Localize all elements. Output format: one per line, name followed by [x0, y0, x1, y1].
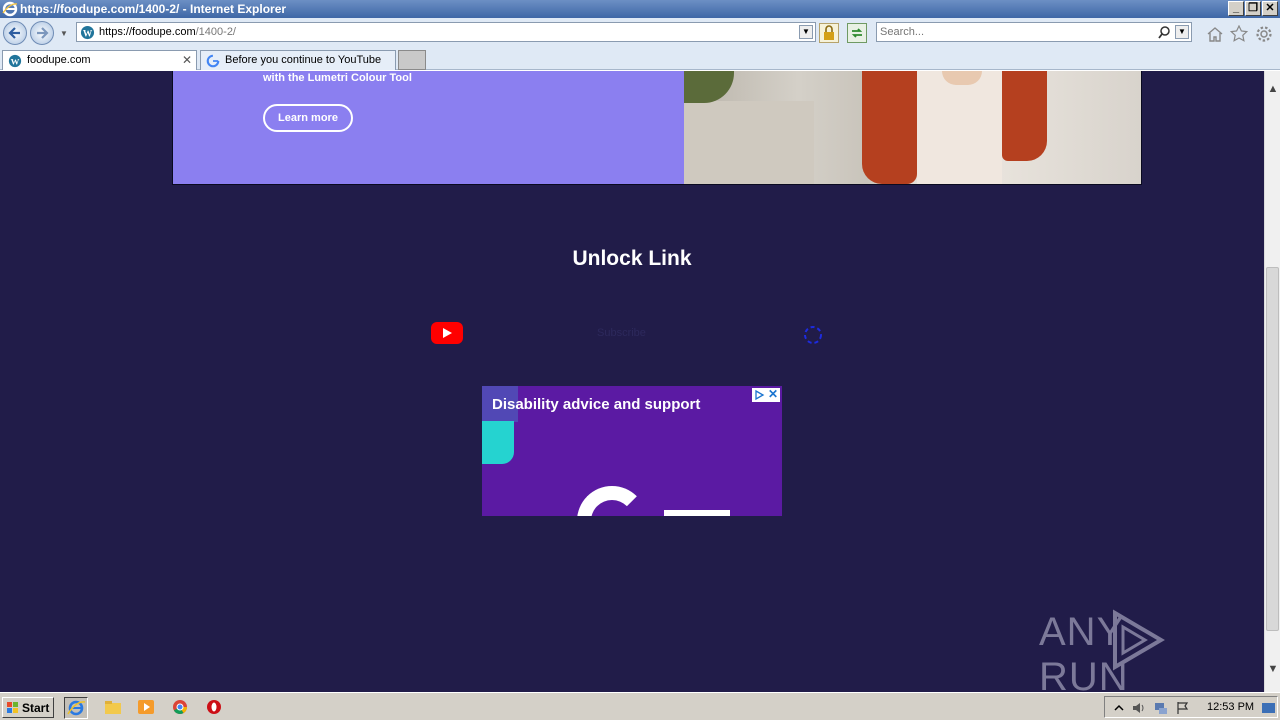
- media-player-icon: [138, 700, 154, 714]
- forward-arrow-icon: [37, 27, 49, 39]
- volume-icon[interactable]: [1131, 700, 1147, 716]
- vertical-scrollbar[interactable]: ▲ ▼: [1264, 71, 1280, 692]
- play-logo-icon: [1113, 609, 1165, 671]
- scroll-down-icon[interactable]: ▼: [1265, 663, 1280, 679]
- taskbar-chrome[interactable]: [169, 697, 193, 719]
- new-tab-button[interactable]: [398, 50, 426, 70]
- forward-button[interactable]: [30, 21, 54, 45]
- close-window-button[interactable]: ✕: [1262, 1, 1278, 16]
- address-bar[interactable]: W https://foodupe.com/1400-2/ ▼: [76, 22, 816, 42]
- refresh-icon: [851, 28, 863, 38]
- settings-gear-icon[interactable]: [1255, 25, 1273, 43]
- search-box[interactable]: ▼: [876, 22, 1192, 42]
- navigation-bar: ▼ W https://foodupe.com/1400-2/ ▼ ▼: [0, 18, 1280, 48]
- banner-text: with the Lumetri Colour Tool: [263, 72, 412, 84]
- taskbar-file-explorer[interactable]: [102, 697, 126, 719]
- taskbar-media-player[interactable]: [135, 697, 159, 719]
- wordpress-icon: W: [80, 25, 95, 39]
- banner-photo: [684, 71, 1141, 184]
- youtube-icon[interactable]: [430, 321, 464, 345]
- window-title: https://foodupe.com/1400-2/ - Internet E…: [20, 2, 287, 16]
- start-button[interactable]: Start: [2, 697, 54, 718]
- refresh-button[interactable]: [847, 23, 867, 43]
- window-title-bar: https://foodupe.com/1400-2/ - Internet E…: [0, 0, 1280, 18]
- address-dropdown-icon[interactable]: ▼: [799, 25, 813, 39]
- show-desktop-icon[interactable]: [1261, 700, 1277, 716]
- subscribe-link[interactable]: Subscribe: [597, 327, 646, 339]
- home-icon[interactable]: [1206, 25, 1224, 43]
- show-hidden-icons-icon[interactable]: [1111, 700, 1127, 716]
- page-title: Unlock Link: [572, 247, 692, 270]
- tab-strip: W foodupe.com ✕ Before you continue to Y…: [0, 48, 1280, 70]
- anyrun-watermark: ANYRUN: [1039, 609, 1264, 692]
- back-button[interactable]: [3, 21, 27, 45]
- promo-banner[interactable]: with the Lumetri Colour Tool Learn more: [172, 71, 1142, 185]
- taskbar-internet-explorer[interactable]: [64, 697, 88, 719]
- internet-explorer-icon: [2, 1, 18, 17]
- maximize-button[interactable]: ❐: [1245, 1, 1261, 16]
- search-dropdown-icon[interactable]: ▼: [1175, 25, 1189, 39]
- network-icon[interactable]: [1153, 700, 1169, 716]
- security-lock-button[interactable]: [819, 23, 839, 43]
- svg-text:W: W: [83, 29, 93, 39]
- taskbar: Start 12:53 PM: [0, 692, 1280, 720]
- svg-text:W: W: [11, 57, 20, 67]
- search-input[interactable]: [880, 25, 1150, 39]
- google-icon: [206, 54, 220, 68]
- back-arrow-icon: [8, 27, 20, 39]
- adchoices-icon[interactable]: [752, 388, 766, 402]
- page-content: with the Lumetri Colour Tool Learn more …: [0, 71, 1264, 692]
- history-dropdown-icon[interactable]: ▼: [60, 29, 68, 38]
- system-tray: 12:53 PM: [1104, 696, 1278, 718]
- action-center-flag-icon[interactable]: [1175, 700, 1191, 716]
- taskbar-opera[interactable]: [203, 697, 227, 719]
- learn-more-button[interactable]: Learn more: [263, 104, 353, 132]
- advertisement[interactable]: Disability advice and support ✕: [482, 386, 782, 516]
- search-icon[interactable]: [1157, 25, 1171, 39]
- scroll-up-icon[interactable]: ▲: [1265, 83, 1280, 99]
- opera-icon: [207, 700, 221, 714]
- clock[interactable]: 12:53 PM: [1207, 701, 1254, 713]
- chrome-icon: [173, 700, 187, 714]
- tab-label: Before you continue to YouTube: [225, 54, 382, 66]
- scroll-thumb[interactable]: [1266, 267, 1279, 631]
- ad-close-icon[interactable]: ✕: [766, 388, 780, 402]
- minimize-button[interactable]: _: [1228, 1, 1244, 16]
- file-explorer-icon: [105, 701, 121, 714]
- lock-icon: [824, 25, 834, 40]
- ad-title: Disability advice and support: [492, 396, 701, 413]
- favorites-star-icon[interactable]: [1230, 25, 1248, 43]
- tab-foodupe[interactable]: W foodupe.com ✕: [2, 50, 197, 70]
- loading-spinner-icon: [804, 326, 822, 344]
- tab-label: foodupe.com: [27, 54, 91, 66]
- wordpress-icon: W: [8, 54, 22, 68]
- tab-youtube-consent[interactable]: Before you continue to YouTube: [200, 50, 396, 70]
- url-text: https://foodupe.com/1400-2/: [99, 26, 236, 38]
- close-tab-icon[interactable]: ✕: [182, 53, 192, 67]
- windows-flag-icon: [7, 702, 18, 713]
- internet-explorer-icon: [67, 700, 86, 716]
